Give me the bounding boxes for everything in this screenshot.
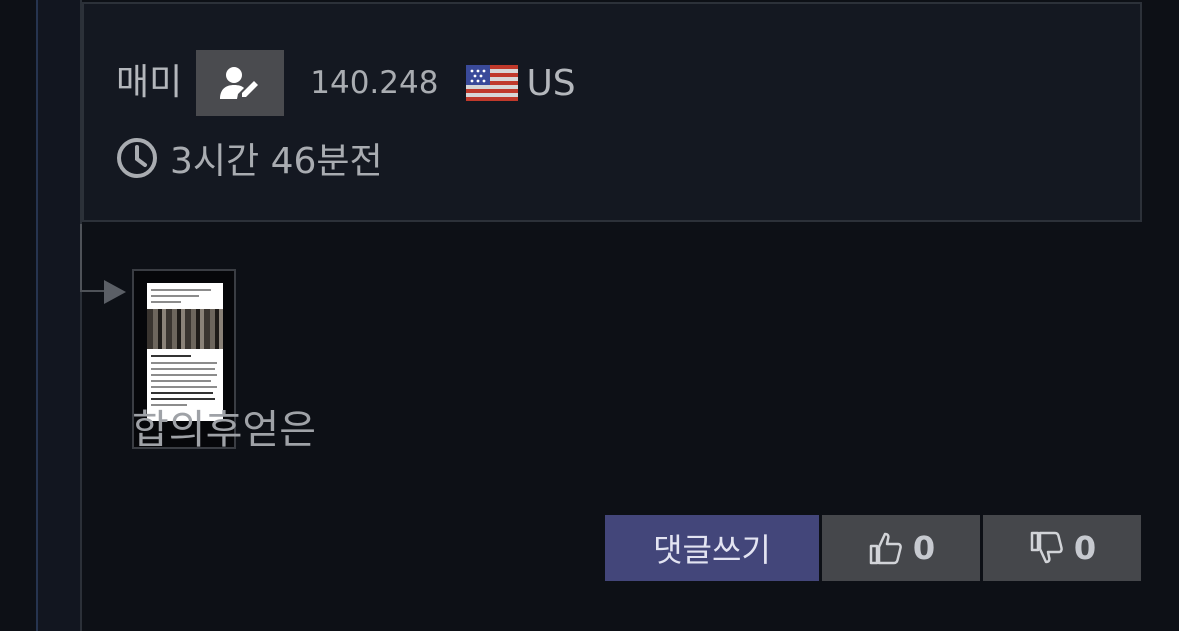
downvote-count: 0 bbox=[1073, 529, 1097, 567]
preview-photo bbox=[147, 309, 223, 349]
comment-page: 매미 140.248 US 3시간 46분전 합의후얻은 댓글쓰기 0 0 bbox=[0, 0, 1179, 631]
country-code: US bbox=[526, 62, 576, 104]
preview-text-line bbox=[151, 392, 213, 394]
ip-address: 140.248 bbox=[310, 65, 439, 101]
preview-text-line bbox=[151, 368, 215, 370]
preview-text-line bbox=[151, 386, 217, 388]
comment-header: 매미 140.248 US 3시간 46분전 bbox=[82, 2, 1142, 222]
preview-text-line bbox=[151, 362, 217, 364]
thread-indent-column bbox=[36, 0, 82, 631]
thumbs-up-icon bbox=[869, 532, 902, 565]
upvote-count: 0 bbox=[912, 529, 936, 567]
upvote-button[interactable]: 0 bbox=[822, 515, 980, 581]
downvote-button[interactable]: 0 bbox=[983, 515, 1141, 581]
reply-button-label: 댓글쓰기 bbox=[653, 531, 771, 569]
clock-icon bbox=[117, 138, 157, 178]
author-name[interactable]: 매미 bbox=[116, 65, 182, 101]
user-edit-icon bbox=[220, 67, 259, 99]
reply-button[interactable]: 댓글쓰기 bbox=[605, 515, 819, 581]
preview-text-line bbox=[151, 380, 211, 382]
preview-text-line bbox=[151, 289, 211, 291]
member-badge[interactable] bbox=[196, 50, 285, 116]
thumbs-down-icon bbox=[1030, 531, 1063, 564]
thread-connector-branch bbox=[80, 290, 106, 292]
timestamp-row: 3시간 46분전 bbox=[116, 134, 383, 182]
preview-text-line bbox=[151, 374, 217, 376]
preview-text-line bbox=[151, 295, 199, 297]
preview-text-line bbox=[151, 398, 215, 400]
reply-arrow-icon bbox=[104, 280, 126, 304]
preview-text-line bbox=[151, 355, 191, 357]
preview-text-line bbox=[151, 301, 181, 303]
author-row: 매미 140.248 US bbox=[116, 50, 576, 116]
preview-text-line bbox=[151, 404, 187, 406]
screenshot-preview bbox=[147, 283, 223, 421]
us-flag-icon bbox=[466, 65, 519, 101]
time-ago: 3시간 46분전 bbox=[170, 141, 383, 182]
comment-actions: 댓글쓰기 0 0 bbox=[605, 515, 1141, 581]
thread-connector-line bbox=[80, 224, 82, 292]
comment-body: 합의후얻은 bbox=[132, 407, 316, 453]
